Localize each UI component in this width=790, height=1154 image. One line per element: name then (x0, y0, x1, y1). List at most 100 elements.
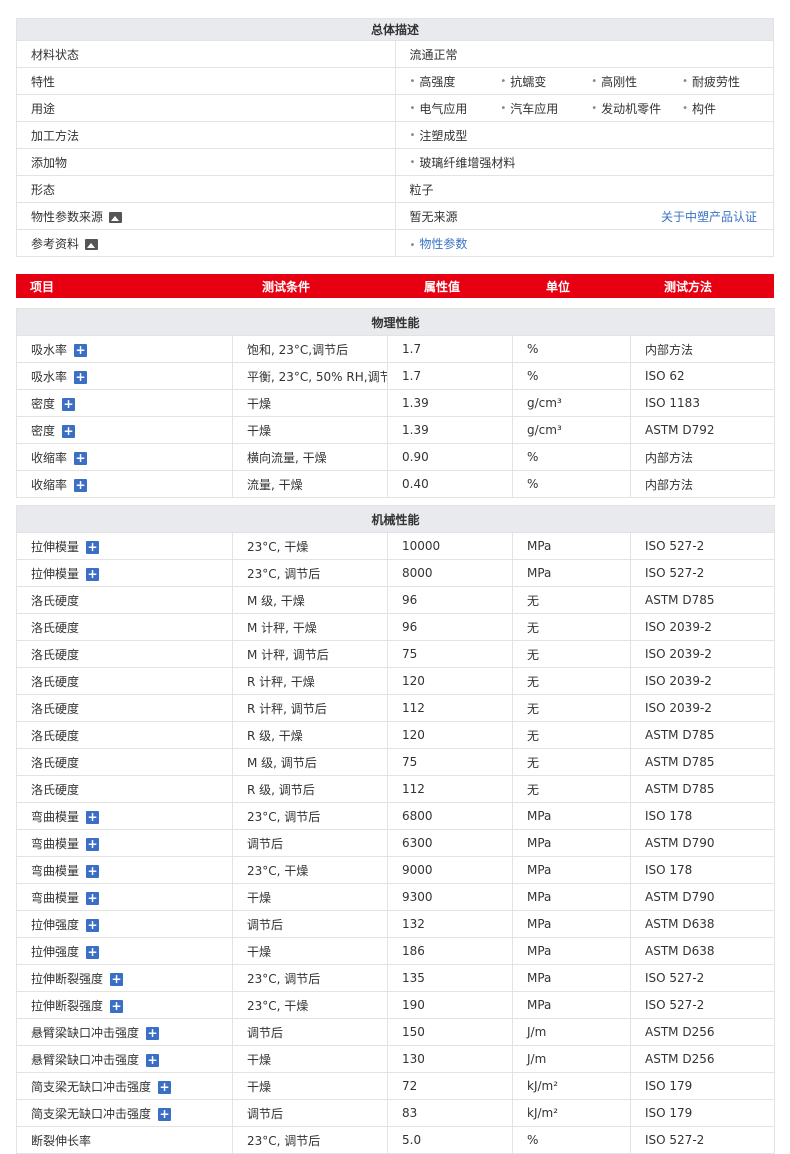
header-condition: 测试条件 (262, 279, 311, 294)
general-row: 物性参数来源 暂无来源 关于中塑产品认证 (16, 202, 774, 230)
unit-cell: g/cm³ (512, 416, 631, 444)
unit-cell: J/m (512, 1045, 631, 1073)
unit-cell: J/m (512, 1018, 631, 1046)
image-icon[interactable] (85, 238, 99, 250)
condition-cell: R 级, 调节后 (232, 775, 388, 803)
general-row: 用途 • 电气应用 • 汽车应用 • 发动机零件 • 构件 (16, 94, 774, 122)
tag-item[interactable]: • 高刚性 (591, 73, 682, 90)
item-cell: 弯曲模量 + (16, 856, 233, 884)
unit-cell: MPa (512, 910, 631, 938)
condition-cell: R 级, 干燥 (232, 721, 388, 749)
add-comparison-icon[interactable]: + (158, 1080, 172, 1094)
add-comparison-icon[interactable]: + (62, 424, 76, 438)
method-cell: ASTM D790 (629, 829, 776, 857)
table-row: 弯曲模量 + 干燥 9300 MPa ASTM D790 (16, 883, 776, 911)
general-title: 总体描述 (16, 18, 774, 41)
value-cell: 1.7 (387, 362, 513, 390)
physical-title: 物理性能 (15, 308, 776, 336)
add-comparison-icon[interactable]: + (86, 540, 100, 554)
item-name: 吸水率 (31, 369, 68, 384)
unit-cell: 无 (512, 613, 631, 641)
general-row-label-cell: 参考资料 (16, 229, 396, 257)
method-cell: ASTM D785 (629, 586, 776, 614)
unit-cell: 无 (512, 667, 631, 695)
condition-cell: 调节后 (232, 910, 388, 938)
tag-label: 汽车应用 (510, 101, 559, 116)
add-comparison-icon[interactable]: + (110, 972, 124, 986)
general-row-label-cell: 物性参数来源 (16, 202, 396, 230)
unit-cell: % (512, 335, 631, 363)
tag-item[interactable]: • 玻璃纤维增强材料 (410, 154, 519, 171)
add-comparison-icon[interactable]: + (86, 567, 100, 581)
tag-label: 玻璃纤维增强材料 (419, 155, 516, 170)
method-cell: ASTM D792 (629, 416, 776, 444)
condition-cell: 调节后 (232, 1099, 388, 1127)
tag-label: 耐疲劳性 (692, 74, 741, 89)
item-name: 简支梁无缺口冲击强度 (31, 1079, 152, 1094)
add-comparison-icon[interactable]: + (110, 999, 124, 1013)
condition-cell: M 计秤, 调节后 (232, 640, 388, 668)
general-row-value-cell: 暂无来源 关于中塑产品认证 (394, 202, 774, 230)
value-cell: 75 (387, 748, 513, 776)
item-cell: 洛氏硬度 (16, 640, 233, 668)
image-icon[interactable] (109, 211, 123, 223)
table-row: 断裂伸长率 23°C, 调节后 5.0% ISO 527-2 (16, 1126, 776, 1154)
general-row-value-cell: • 注塑成型 (394, 121, 774, 149)
item-name: 拉伸断裂强度 (31, 998, 104, 1013)
value-cell: 8000 (387, 559, 513, 587)
reference-link[interactable]: • 物性参数 (410, 237, 468, 251)
add-comparison-icon[interactable]: + (74, 478, 88, 492)
add-comparison-icon[interactable]: + (62, 397, 76, 411)
tag-item[interactable]: • 构件 (682, 100, 772, 117)
general-row-label-cell: 添加物 (16, 148, 396, 176)
add-comparison-icon[interactable]: + (146, 1026, 160, 1040)
value-cell: 0.40 (387, 470, 513, 498)
add-comparison-icon[interactable]: + (74, 370, 88, 384)
add-comparison-icon[interactable]: + (86, 864, 100, 878)
general-row-value: 暂无来源 (409, 209, 458, 224)
certification-link[interactable]: 关于中塑产品认证 (661, 208, 757, 225)
value-cell: 75 (387, 640, 513, 668)
item-cell: 悬臂梁缺口冲击强度 + (16, 1018, 233, 1046)
tag-item[interactable]: • 汽车应用 (500, 100, 591, 117)
tag-item[interactable]: • 耐疲劳性 (682, 73, 772, 90)
tag-label: 电气应用 (419, 101, 468, 116)
tag-item[interactable]: • 电气应用 (410, 100, 501, 117)
table-row: 弯曲模量 +23°C, 调节后 6800 MPa ISO 178 (16, 802, 776, 830)
add-comparison-icon[interactable]: + (86, 837, 100, 851)
tag-item[interactable]: • 抗蠕变 (500, 73, 591, 90)
add-comparison-icon[interactable]: + (158, 1107, 172, 1121)
general-row-label: 形态 (31, 182, 56, 197)
method-cell: ISO 179 (629, 1072, 776, 1100)
add-comparison-icon[interactable]: + (146, 1053, 160, 1067)
add-comparison-icon[interactable]: + (86, 918, 100, 932)
bullet-icon: • (500, 102, 507, 114)
unit-cell: 无 (512, 721, 631, 749)
item-name: 洛氏硬度 (31, 728, 80, 743)
add-comparison-icon[interactable]: + (86, 810, 100, 824)
tag-item[interactable]: • 注塑成型 (410, 127, 519, 144)
item-name: 拉伸模量 (31, 539, 80, 554)
tag-item[interactable]: • 发动机零件 (591, 100, 682, 117)
item-name: 断裂伸长率 (31, 1133, 92, 1148)
tag-list: • 高强度 • 抗蠕变 • 高刚性 • 耐疲劳性 (410, 73, 773, 90)
item-cell: 简支梁无缺口冲击强度 + (16, 1072, 233, 1100)
add-comparison-icon[interactable]: + (86, 945, 100, 959)
tag-item[interactable]: • 高强度 (410, 73, 501, 90)
table-row: 弯曲模量 +23°C, 干燥 9000 MPa ISO 178 (16, 856, 776, 884)
unit-cell: MPa (512, 802, 631, 830)
bullet-icon: • (409, 239, 416, 251)
value-cell: 1.39 (387, 416, 513, 444)
value-cell: 83 (387, 1099, 513, 1127)
add-comparison-icon[interactable]: + (74, 451, 88, 465)
table-row: 悬臂梁缺口冲击强度 + 干燥 130 J/m ASTM D256 (16, 1045, 776, 1073)
add-comparison-icon[interactable]: + (86, 891, 100, 905)
table-row: 拉伸强度 + 干燥 186 MPa ASTM D638 (16, 937, 776, 965)
general-row: 参考资料 • 物性参数 (16, 229, 774, 257)
item-name: 洛氏硬度 (31, 782, 80, 797)
general-row-label: 加工方法 (31, 128, 80, 143)
method-cell: ASTM D638 (629, 937, 776, 965)
add-comparison-icon[interactable]: + (74, 343, 88, 357)
method-cell: 内部方法 (629, 443, 776, 471)
value-cell: 190 (387, 991, 513, 1019)
